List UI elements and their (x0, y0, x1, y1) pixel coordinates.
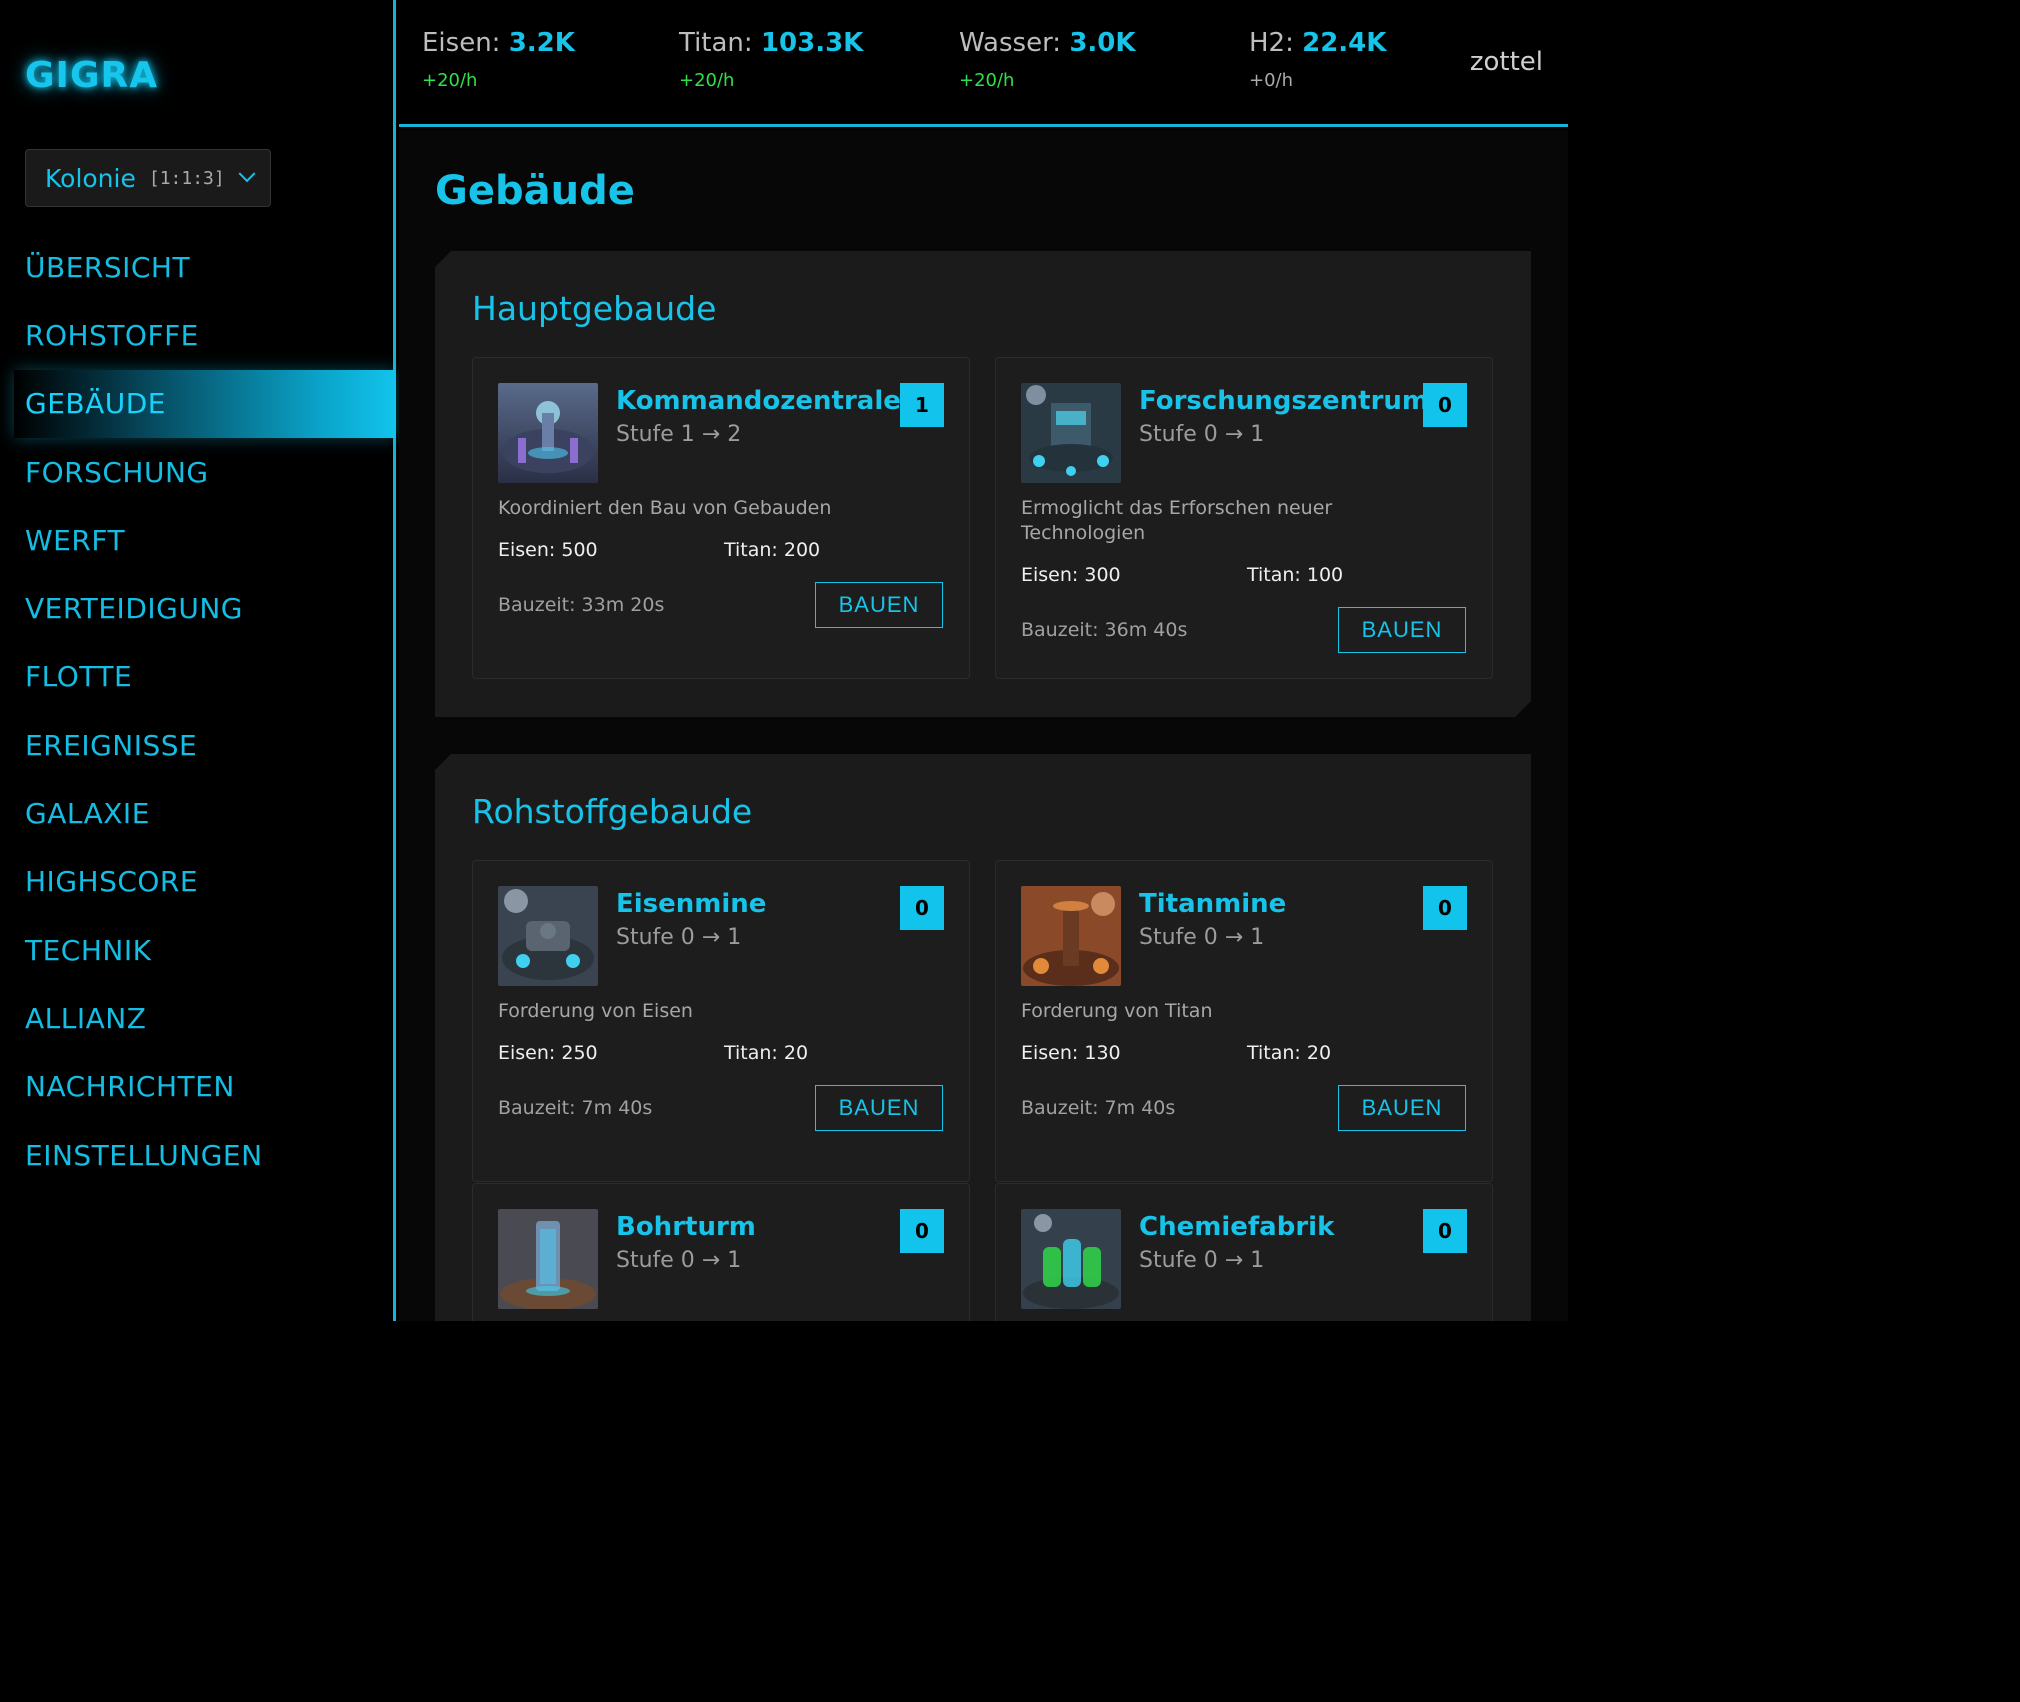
building-name: Eisenmine (616, 889, 767, 919)
colony-name: Kolonie (45, 163, 136, 193)
resource-label: H2: (1249, 28, 1294, 58)
resource-eisen: Eisen: 3.2K +20/h (422, 28, 575, 91)
building-description: Forderung von Titan (1021, 1000, 1213, 1022)
build-button[interactable]: BAUEN (815, 1085, 943, 1131)
building-image (1021, 383, 1121, 483)
main-nav: ÜBERSICHT ROHSTOFFE GEBÄUDE FORSCHUNG WE… (0, 233, 396, 1189)
resource-value: 3.0K (1069, 28, 1136, 58)
nav-item-uebersicht[interactable]: ÜBERSICHT (0, 233, 396, 301)
nav-item-werft[interactable]: WERFT (0, 506, 396, 574)
building-card-chemiefabrik: Chemiefabrik Stufe 0 → 1 0 (995, 1183, 1493, 1321)
building-level: Stufe 1 → 2 (616, 422, 742, 447)
resource-value: 22.4K (1302, 28, 1387, 58)
colony-selector[interactable]: Kolonie [1:1:3] (25, 149, 271, 207)
cost-titan: Titan: 20 (724, 1042, 809, 1064)
building-description: Ermoglicht das Erforschen neuer Technolo… (1021, 497, 1333, 544)
building-image (1021, 1209, 1121, 1309)
build-time: Bauzeit: 7m 40s (1021, 1097, 1176, 1119)
building-image (498, 886, 598, 986)
resource-rate: +0/h (1249, 70, 1294, 91)
sidebar: GIGRA Kolonie [1:1:3] ÜBERSICHT ROHSTOFF… (0, 0, 396, 1321)
build-button[interactable]: BAUEN (815, 582, 943, 628)
nav-item-technik[interactable]: TECHNIK (0, 916, 396, 984)
colony-coords: [1:1:3] (148, 167, 225, 189)
resource-h2: H2: 22.4K +0/h (1249, 28, 1386, 91)
building-description: Koordiniert den Bau von Gebauden (498, 497, 832, 519)
building-name: Chemiefabrik (1139, 1212, 1335, 1242)
cost-titan: Titan: 20 (1247, 1042, 1332, 1064)
build-time: Bauzeit: 36m 40s (1021, 619, 1188, 641)
building-name: Forschungszentrum (1139, 386, 1430, 416)
build-button[interactable]: BAUEN (1338, 607, 1466, 653)
resource-label: Wasser: (959, 28, 1062, 58)
building-image (1021, 886, 1121, 986)
resource-label: Titan: (679, 28, 753, 58)
resource-label: Eisen: (422, 28, 501, 58)
nav-item-verteidigung[interactable]: VERTEIDIGUNG (0, 574, 396, 642)
chevron-down-icon (238, 165, 256, 183)
level-badge: 0 (900, 886, 944, 930)
building-card-forschungszentrum: Forschungszentrum Stufe 0 → 1 0 Ermoglic… (995, 357, 1493, 679)
section-title: Hauptgebaude (472, 289, 717, 328)
nav-item-forschung[interactable]: FORSCHUNG (0, 438, 396, 506)
nav-item-rohstoffe[interactable]: ROHSTOFFE (0, 301, 396, 369)
building-card-kommandozentrale: Kommandozentrale Stufe 1 → 2 1 Koordinie… (472, 357, 970, 679)
build-button[interactable]: BAUEN (1338, 1085, 1466, 1131)
nav-item-einstellungen[interactable]: EINSTELLUNGEN (0, 1121, 396, 1189)
nav-item-ereignisse[interactable]: EREIGNISSE (0, 711, 396, 779)
level-badge: 0 (1423, 1209, 1467, 1253)
build-time: Bauzeit: 7m 40s (498, 1097, 653, 1119)
resource-rate: +20/h (422, 70, 478, 91)
building-image (498, 1209, 598, 1309)
nav-item-flotte[interactable]: FLOTTE (0, 643, 396, 711)
build-time: Bauzeit: 33m 20s (498, 594, 665, 616)
building-description: Forderung von Eisen (498, 1000, 693, 1022)
resource-rate: +20/h (679, 70, 735, 91)
nav-item-gebaeude[interactable]: GEBÄUDE (14, 369, 396, 438)
building-card-titanmine: Titanmine Stufe 0 → 1 0 Forderung von Ti… (995, 860, 1493, 1182)
cost-eisen: Eisen: 130 (1021, 1042, 1121, 1064)
main-content: Gebäude Hauptgebaude Kommandozentrale St… (399, 130, 1568, 1321)
app-logo[interactable]: GIGRA (25, 55, 158, 96)
cost-eisen: Eisen: 250 (498, 1042, 598, 1064)
resource-wasser: Wasser: 3.0K +20/h (959, 28, 1136, 91)
nav-item-galaxie[interactable]: GALAXIE (0, 779, 396, 847)
cost-titan: Titan: 100 (1247, 564, 1344, 586)
cost-titan: Titan: 200 (724, 539, 821, 561)
building-name: Titanmine (1139, 889, 1287, 919)
nav-item-nachrichten[interactable]: NACHRICHTEN (0, 1053, 396, 1121)
building-level: Stufe 0 → 1 (616, 925, 742, 950)
building-card-eisenmine: Eisenmine Stufe 0 → 1 0 Forderung von Ei… (472, 860, 970, 1182)
section-hauptgebaude: Hauptgebaude Kommandozentrale Stufe 1 → … (435, 251, 1531, 717)
building-card-bohrturm: Bohrturm Stufe 0 → 1 0 (472, 1183, 970, 1321)
building-name: Kommandozentrale (616, 386, 901, 416)
page-title: Gebäude (435, 168, 635, 214)
section-rohstoffgebaude: Rohstoffgebaude Eisenmine Stufe 0 → 1 0 … (435, 754, 1531, 1321)
resource-rate: +20/h (959, 70, 1015, 91)
cost-eisen: Eisen: 500 (498, 539, 598, 561)
building-level: Stufe 0 → 1 (616, 1248, 742, 1273)
level-badge: 0 (1423, 383, 1467, 427)
nav-item-allianz[interactable]: ALLIANZ (0, 984, 396, 1052)
section-title: Rohstoffgebaude (472, 792, 753, 831)
level-badge: 1 (900, 383, 944, 427)
building-image (498, 383, 598, 483)
building-level: Stufe 0 → 1 (1139, 422, 1265, 447)
building-level: Stufe 0 → 1 (1139, 925, 1265, 950)
nav-item-highscore[interactable]: HIGHSCORE (0, 848, 396, 916)
cost-eisen: Eisen: 300 (1021, 564, 1121, 586)
resource-value: 103.3K (760, 28, 864, 58)
building-name: Bohrturm (616, 1212, 756, 1242)
building-level: Stufe 0 → 1 (1139, 1248, 1265, 1273)
resource-value: 3.2K (508, 28, 575, 58)
resource-bar: Eisen: 3.2K +20/h Titan: 103.3K +20/h Wa… (399, 0, 1568, 127)
level-badge: 0 (1423, 886, 1467, 930)
level-badge: 0 (900, 1209, 944, 1253)
username[interactable]: zottel (1470, 47, 1543, 77)
resource-titan: Titan: 103.3K +20/h (679, 28, 863, 91)
